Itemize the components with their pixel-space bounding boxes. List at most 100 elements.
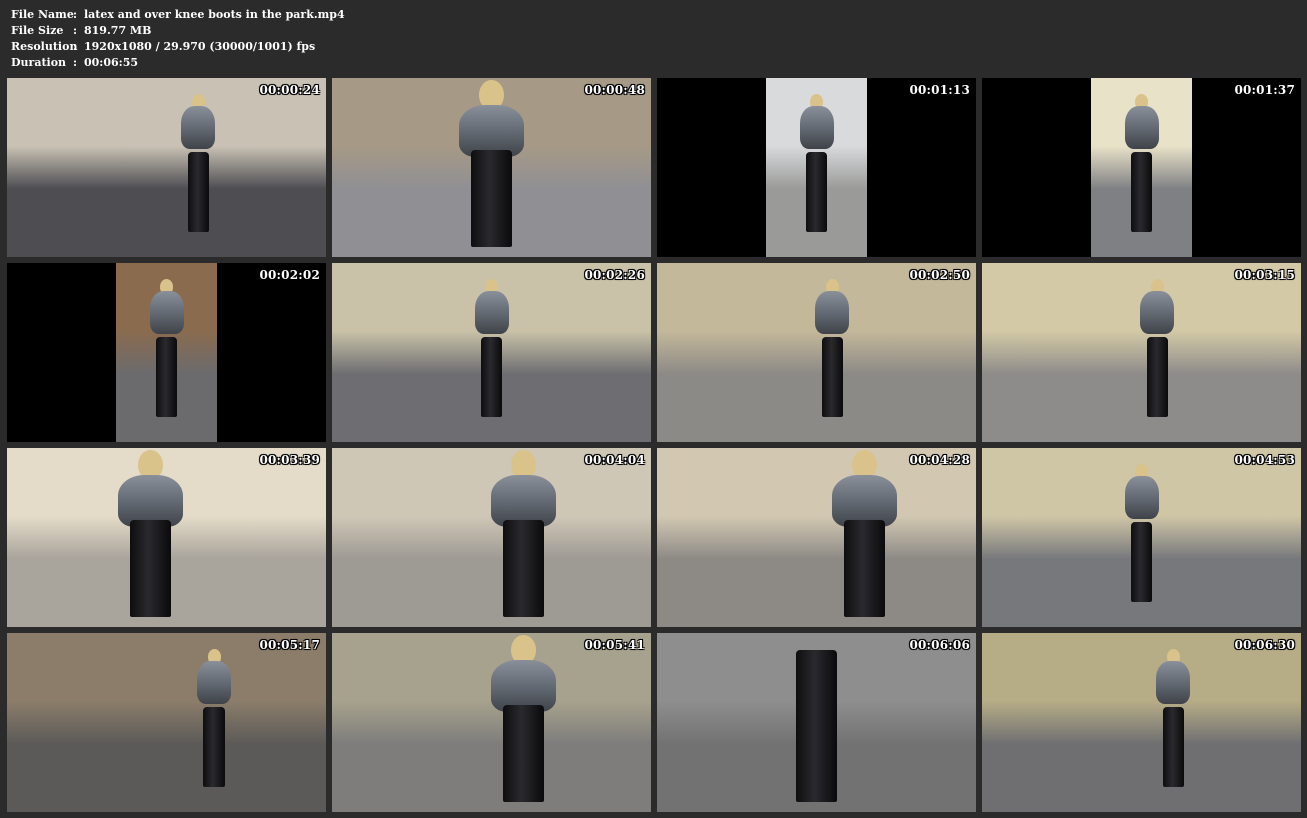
- figure-legs: [1162, 706, 1185, 787]
- thumbnail-timecode: 00:06:30: [1234, 638, 1295, 652]
- figure-legs: [480, 336, 503, 417]
- info-key: Resolution: [11, 40, 78, 53]
- letterbox-bar-left: [982, 78, 1091, 257]
- letterbox-bar-right: [217, 263, 326, 442]
- figure-legs: [155, 336, 178, 417]
- figure-legs: [502, 520, 545, 618]
- file-info: File Name : latex and over knee boots in…: [11, 7, 345, 71]
- figure-jacket: [491, 660, 556, 712]
- figure-legs: [187, 151, 210, 232]
- thumbnail-timecode: 00:00:48: [584, 83, 645, 97]
- person-figure: [1124, 92, 1159, 235]
- info-separator: :: [73, 56, 78, 69]
- scene-balustrade-side: [657, 448, 976, 627]
- thumbnail-timecode: 00:04:04: [584, 453, 645, 467]
- person-figure: [491, 448, 556, 621]
- figure-jacket: [799, 106, 834, 150]
- info-row-file-size: File Size : 819.77 MB: [11, 23, 345, 39]
- person-figure: [1156, 647, 1191, 790]
- info-separator: :: [73, 8, 78, 21]
- video-thumbnail[interactable]: 00:05:41: [332, 633, 651, 812]
- figure-jacket: [1124, 106, 1159, 150]
- thumbnail-timecode: 00:01:37: [1234, 83, 1295, 97]
- letterbox-bar-right: [1192, 78, 1301, 257]
- info-row-duration: Duration : 00:06:55: [11, 55, 345, 71]
- person-figure: [197, 647, 232, 790]
- info-value: latex and over knee boots in the park.mp…: [84, 8, 345, 21]
- video-thumbnail[interactable]: 00:04:53: [982, 448, 1301, 627]
- video-thumbnail[interactable]: 00:03:15: [982, 263, 1301, 442]
- video-thumbnail[interactable]: 00:04:04: [332, 448, 651, 627]
- figure-legs: [129, 520, 172, 618]
- video-thumbnail[interactable]: 00:02:50: [657, 263, 976, 442]
- thumbnail-timecode: 00:03:15: [1234, 268, 1295, 282]
- info-value: 00:06:55: [84, 56, 139, 69]
- figure-legs: [1146, 336, 1169, 417]
- figure-jacket: [491, 475, 556, 527]
- figure-jacket: [1156, 661, 1191, 705]
- figure-jacket: [149, 291, 184, 335]
- figure-legs: [795, 650, 838, 803]
- figure-legs: [470, 150, 513, 248]
- person-figure: [181, 92, 216, 235]
- video-thumbnail[interactable]: 00:01:37: [982, 78, 1301, 257]
- info-key: Duration: [11, 56, 67, 69]
- figure-legs: [502, 705, 545, 803]
- info-row-file-name: File Name : latex and over knee boots in…: [11, 7, 345, 23]
- thumbnail-timecode: 00:04:28: [909, 453, 970, 467]
- figure-jacket: [815, 291, 850, 335]
- thumbnail-timecode: 00:05:41: [584, 638, 645, 652]
- thumbnail-timecode: 00:00:24: [259, 83, 320, 97]
- video-thumbnail[interactable]: 00:00:48: [332, 78, 651, 257]
- person-figure: [1140, 277, 1175, 420]
- figure-jacket: [1124, 476, 1159, 520]
- video-thumbnail[interactable]: 00:02:26: [332, 263, 651, 442]
- scene-street-cars: [7, 633, 326, 812]
- figure-legs: [843, 520, 886, 618]
- person-figure: [118, 448, 183, 621]
- info-separator: :: [73, 40, 78, 53]
- video-thumbnail[interactable]: 00:06:30: [982, 633, 1301, 812]
- thumbnail-timecode: 00:02:02: [259, 268, 320, 282]
- person-figure: [799, 92, 834, 235]
- figure-jacket: [1140, 291, 1175, 335]
- letterbox-bar-right: [867, 78, 976, 257]
- letterbox-bar-left: [7, 263, 116, 442]
- thumbnail-timecode: 00:02:26: [584, 268, 645, 282]
- figure-legs: [1130, 151, 1153, 232]
- info-separator: :: [73, 24, 78, 37]
- scene-sidewalk-rear: [982, 633, 1301, 812]
- person-figure: [474, 277, 509, 420]
- video-thumbnail[interactable]: 00:00:24: [7, 78, 326, 257]
- thumbnail-timecode: 00:01:13: [909, 83, 970, 97]
- thumbnail-timecode: 00:03:39: [259, 453, 320, 467]
- person-figure: [832, 448, 897, 621]
- video-thumbnail[interactable]: 00:01:13: [657, 78, 976, 257]
- video-thumbnail[interactable]: 00:06:06: [657, 633, 976, 812]
- thumbnail-grid: 00:00:24 00:00:48 00:01:13 00:01:37 00:02:02…: [7, 78, 1301, 812]
- thumbnail-timecode: 00:02:50: [909, 268, 970, 282]
- figure-jacket: [197, 661, 232, 705]
- letterbox-bar-left: [657, 78, 766, 257]
- thumbnail-timecode: 00:05:17: [259, 638, 320, 652]
- person-figure: [459, 78, 524, 251]
- scene-park-path: [7, 78, 326, 257]
- video-thumbnail[interactable]: 00:05:17: [7, 633, 326, 812]
- video-thumbnail[interactable]: 00:02:02: [7, 263, 326, 442]
- figure-legs: [805, 151, 828, 232]
- info-value: 1920x1080 / 29.970 (30000/1001) fps: [84, 40, 316, 53]
- video-thumbnail[interactable]: 00:04:28: [657, 448, 976, 627]
- person-figure: [815, 277, 850, 420]
- figure-jacket: [181, 106, 216, 150]
- figure-legs: [203, 706, 226, 787]
- info-key: File Name: [11, 8, 74, 21]
- figure-jacket: [118, 475, 183, 527]
- info-value: 819.77 MB: [84, 24, 152, 37]
- figure-legs: [1130, 521, 1153, 602]
- video-thumbnail[interactable]: 00:03:39: [7, 448, 326, 627]
- person-figure: [149, 277, 184, 420]
- info-row-resolution: Resolution : 1920x1080 / 29.970 (30000/1…: [11, 39, 345, 55]
- figure-legs: [821, 336, 844, 417]
- figure-jacket: [832, 475, 897, 527]
- person-figure: [491, 633, 556, 806]
